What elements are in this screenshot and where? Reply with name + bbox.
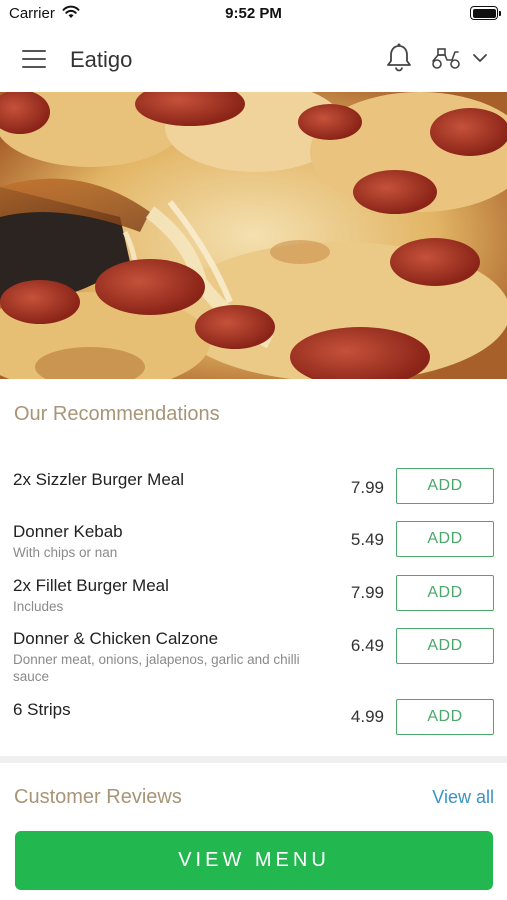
recommendations-title: Our Recommendations (14, 403, 220, 425)
app-title: Eatigo (70, 47, 133, 72)
scooter-icon[interactable] (430, 46, 462, 70)
item-name: 6 Strips (13, 700, 71, 719)
item-name: Donner Kebab (13, 522, 123, 541)
hero-pizza-image (0, 92, 507, 379)
add-button[interactable]: ADD (396, 575, 494, 611)
item-price: 4.99 (350, 707, 384, 726)
section-divider (0, 756, 507, 763)
status-time: 9:52 PM (225, 5, 282, 22)
item-price: 5.49 (350, 530, 384, 549)
item-price: 7.99 (350, 478, 384, 497)
view-all-link[interactable]: View all (432, 787, 494, 808)
status-bar: Carrier 9:52 PM (0, 0, 507, 28)
item-name: 2x Sizzler Burger Meal (13, 470, 185, 489)
add-button[interactable]: ADD (396, 699, 494, 735)
menu-icon[interactable] (22, 48, 48, 70)
add-button[interactable]: ADD (396, 628, 494, 664)
bell-icon[interactable] (384, 42, 414, 74)
reviews-title: Customer Reviews (14, 786, 182, 808)
item-name: Donner & Chicken Calzone (13, 629, 219, 648)
view-menu-button[interactable]: VIEW MENU (15, 831, 493, 890)
item-description: Includes (13, 599, 64, 614)
chevron-down-icon[interactable] (472, 53, 488, 63)
add-button[interactable]: ADD (396, 521, 494, 557)
item-price: 6.49 (350, 636, 384, 655)
item-description: Donner meat, onions, jalapenos, garlic a… (13, 652, 300, 684)
battery-icon (470, 6, 501, 20)
add-button[interactable]: ADD (396, 468, 494, 504)
item-name: 2x Fillet Burger Meal (13, 576, 169, 595)
item-description: With chips or nan (13, 545, 118, 560)
app-bar: Eatigo (0, 28, 507, 92)
item-price: 7.99 (350, 583, 384, 602)
